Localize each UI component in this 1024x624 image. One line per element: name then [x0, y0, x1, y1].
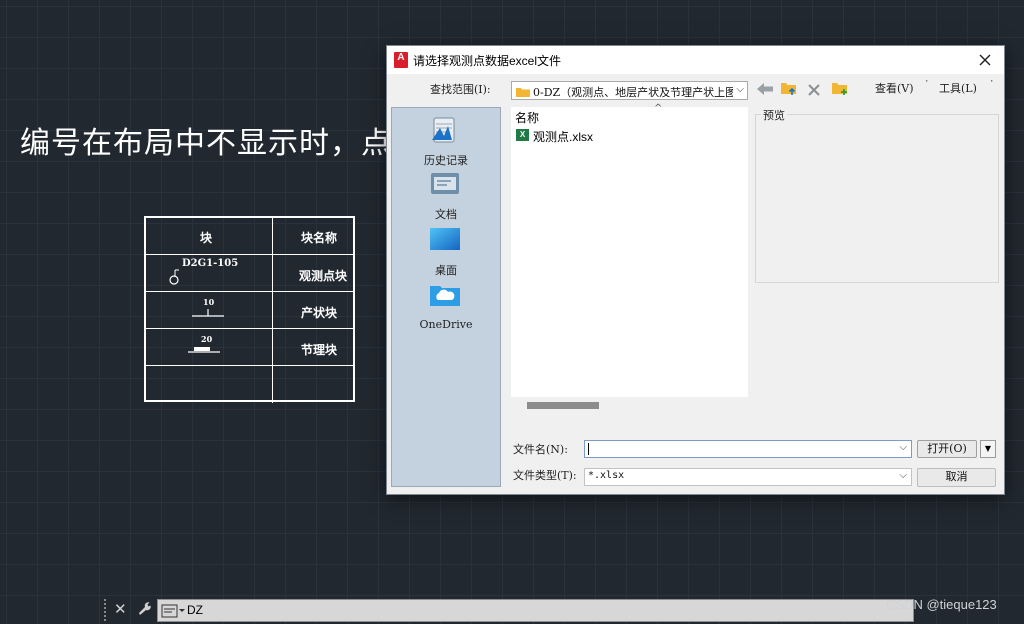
horizontal-scrollbar[interactable] — [527, 402, 599, 409]
text-caret — [588, 443, 589, 455]
place-documents[interactable]: 文档 — [392, 168, 500, 222]
chevron-down-icon: ⌵ — [736, 84, 744, 95]
chevron-down-icon: ⌵ — [899, 470, 907, 481]
up-folder-icon[interactable] — [780, 80, 798, 96]
attitude-name: 产状块 — [301, 306, 338, 320]
observation-point-symbol — [169, 269, 179, 285]
new-folder-icon[interactable] — [831, 80, 849, 96]
command-input-text: DZ — [187, 603, 203, 617]
list-item[interactable]: X 观测点.xlsx — [515, 127, 715, 144]
documents-icon — [431, 173, 459, 194]
chevron-down-icon[interactable]: ⌵ — [899, 442, 907, 453]
attitude-symbol — [192, 309, 224, 317]
tools-menu[interactable]: 工具(L) — [939, 80, 977, 96]
legend-table: 块 块名称 D2G1-105 观测点块 10 产状块 20 节理块 — [144, 216, 355, 403]
column-header-name[interactable]: 名称 — [515, 109, 539, 126]
place-label: 历史记录 — [424, 154, 468, 167]
command-prompt-icon[interactable] — [161, 604, 185, 618]
open-options-dropdown[interactable]: ▼ — [980, 440, 996, 458]
open-button[interactable]: 打开(O) — [917, 440, 977, 458]
places-bar: 历史记录 文档 桌面 OneDrive — [391, 107, 501, 487]
back-arrow-icon[interactable] — [756, 82, 774, 96]
sort-ascending-icon: ^ — [654, 103, 663, 114]
view-menu[interactable]: 查看(V) — [875, 80, 914, 96]
dialog-title: 请选择观测点数据excel文件 — [413, 54, 562, 68]
filetype-value: *.xlsx — [588, 470, 625, 481]
history-icon — [432, 117, 455, 143]
dialog-titlebar[interactable]: A 请选择观测点数据excel文件 — [387, 46, 1004, 74]
header-block-name: 块名称 — [301, 231, 338, 245]
table-row: D2G1-105 观测点块 — [146, 255, 353, 292]
delete-icon[interactable] — [806, 82, 822, 98]
place-history[interactable]: 历史记录 — [392, 112, 500, 167]
observation-point-label: D2G1-105 — [182, 258, 239, 269]
excel-file-icon: X — [516, 129, 529, 141]
cancel-button[interactable]: 取消 — [917, 468, 996, 487]
open-file-dialog: A 请选择观测点数据excel文件 查找范围(I): 0-DZ（观测点、地层产状… — [386, 45, 1005, 495]
command-line[interactable]: DZ — [157, 599, 914, 622]
table-row: 20 节理块 — [146, 329, 353, 366]
filename-input[interactable]: ⌵ — [584, 440, 912, 458]
file-list[interactable]: 名称 ^ X 观测点.xlsx — [511, 103, 748, 397]
observation-point-name: 观测点块 — [299, 269, 348, 283]
tools-menu-arrow[interactable]: ˙ — [989, 79, 995, 92]
look-in-value: 0-DZ（观测点、地层产状及节理产状上图 — [533, 86, 733, 99]
filetype-dropdown[interactable]: *.xlsx ⌵ — [584, 468, 912, 486]
view-menu-arrow[interactable]: ˙ — [924, 79, 930, 92]
joint-label: 20 — [201, 334, 213, 344]
preview-pane — [755, 114, 999, 283]
onedrive-icon — [430, 286, 460, 306]
table-row: 块 块名称 — [146, 218, 353, 255]
preview-label: 预览 — [761, 107, 787, 123]
filetype-label: 文件类型(T): — [513, 469, 577, 482]
header-block: 块 — [200, 231, 213, 245]
place-label: OneDrive — [419, 318, 473, 331]
look-in-dropdown[interactable]: 0-DZ（观测点、地层产状及节理产状上图 ⌵ — [511, 81, 748, 100]
watermark: CSDN @tieque123 — [886, 597, 997, 612]
command-line-grip[interactable] — [104, 599, 110, 621]
joint-symbol — [188, 347, 220, 353]
wrench-icon[interactable] — [136, 600, 152, 616]
place-label: 桌面 — [435, 264, 457, 277]
table-row — [146, 366, 353, 403]
folder-icon — [516, 88, 530, 97]
close-icon[interactable] — [974, 49, 996, 71]
table-row: 10 产状块 — [146, 292, 353, 329]
look-in-label: 查找范围(I): — [430, 83, 491, 96]
joint-name: 节理块 — [301, 343, 338, 357]
place-onedrive[interactable]: OneDrive — [392, 280, 500, 334]
filename-label: 文件名(N): — [513, 443, 568, 456]
place-label: 文档 — [435, 208, 457, 221]
place-desktop[interactable]: 桌面 — [392, 224, 500, 278]
close-icon[interactable]: ✕ — [114, 600, 127, 618]
desktop-icon — [430, 228, 460, 250]
autocad-app-icon: A — [394, 52, 408, 68]
file-name: 观测点.xlsx — [533, 130, 594, 144]
